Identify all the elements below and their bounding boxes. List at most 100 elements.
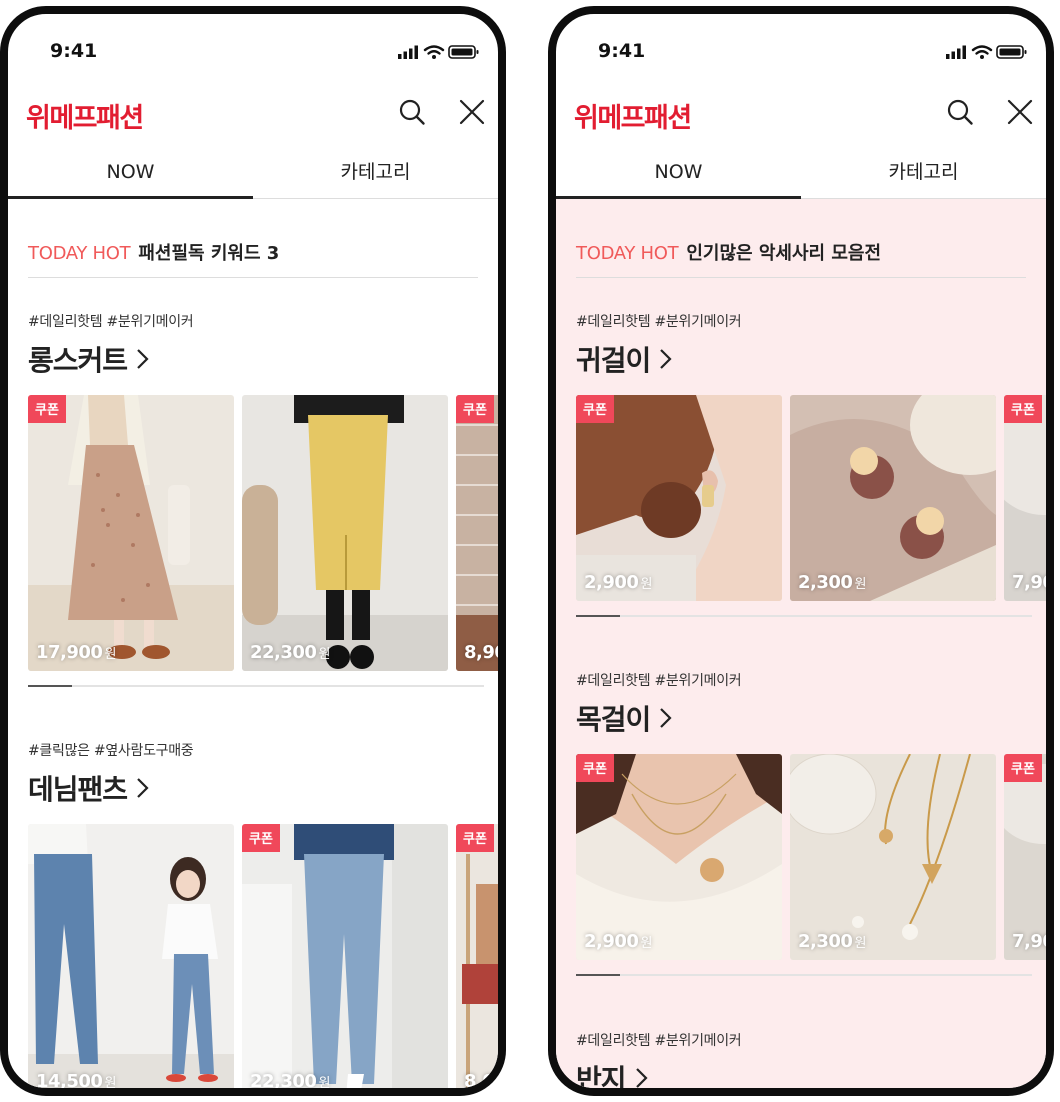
tab-bar: NOW 카테고리 (8, 154, 498, 199)
product-card[interactable]: 쿠폰 8,90원 (456, 395, 506, 671)
carousel-scrollbar[interactable] (576, 615, 1032, 617)
today-hot-keyword: 인기많은 악세사리 모음전 (686, 243, 882, 264)
today-hot-keyword: 패션필독 키워드 3 (138, 243, 280, 264)
product-card[interactable]: 22,300 원 (242, 395, 448, 671)
section-title-link[interactable]: 목걸이 (576, 698, 1046, 738)
product-image (242, 824, 448, 1088)
product-card[interactable]: 쿠폰 7,90원 (1004, 395, 1054, 601)
main-content[interactable]: TODAY HOT 패션필독 키워드 3 #데일리핫템 #분위기메이커 롱스커트 (8, 199, 498, 1088)
product-image (576, 395, 782, 601)
product-card[interactable]: 쿠폰 22,300 원 (242, 824, 448, 1091)
product-image (1004, 754, 1046, 960)
status-icons (946, 44, 1028, 64)
tab-category[interactable]: 카테고리 (253, 154, 498, 198)
price-value: 2,900 (584, 931, 639, 952)
scrollbar-thumb[interactable] (576, 615, 620, 617)
price-value: 8,90 (464, 1071, 506, 1092)
price-value: 2,900 (584, 572, 639, 593)
product-carousel[interactable]: 14,500 원 쿠폰 22,300 원 쿠폰 8,90 (28, 824, 498, 1092)
chevron-right-icon (635, 1068, 648, 1088)
currency-unit: 원 (318, 1076, 330, 1091)
product-price: 17,900 원 (36, 642, 116, 663)
coupon-badge: 쿠폰 (1004, 754, 1042, 782)
section-title: 데님팬츠 (28, 773, 128, 806)
today-hot-label: TODAY HOT (28, 243, 131, 264)
search-icon[interactable] (398, 98, 426, 130)
price-value: 17,900 (36, 642, 103, 663)
product-image (456, 395, 498, 671)
wifi-icon (423, 45, 445, 55)
product-image (28, 824, 234, 1088)
today-hot-banner[interactable]: TODAY HOT 인기많은 악세사리 모음전 (576, 239, 1026, 278)
carousel-scrollbar[interactable] (576, 974, 1032, 976)
scrollbar-thumb[interactable] (28, 685, 72, 687)
coupon-badge: 쿠폰 (456, 395, 494, 423)
section-title-link[interactable]: 데님팬츠 (28, 768, 498, 808)
product-section: #데일리핫템 #분위기메이커 귀걸이 쿠폰 2,900 원 2,300 원 쿠폰… (576, 311, 1046, 617)
chevron-right-icon (137, 349, 149, 369)
price-value: 14,500 (36, 1071, 103, 1092)
price-value: 7,90 (1012, 931, 1054, 952)
brand-logo[interactable]: 위메프패션 (26, 96, 144, 135)
chevron-right-icon (660, 349, 672, 369)
product-price: 2,900 원 (584, 572, 652, 593)
product-image (28, 395, 234, 671)
app-header: 위메프패션 (8, 78, 498, 154)
product-carousel[interactable]: 쿠폰 2,900 원 2,300 원 쿠폰 7,90 (576, 395, 1046, 601)
product-price: 7,90원 (1012, 931, 1054, 952)
product-card[interactable]: 2,300 원 (790, 395, 996, 601)
section-title-link[interactable]: 귀걸이 (576, 339, 1046, 379)
product-card[interactable]: 2,300 원 (790, 754, 996, 960)
currency-unit: 원 (104, 1076, 116, 1091)
close-icon[interactable] (458, 98, 486, 130)
section-title: 목걸이 (576, 703, 651, 736)
section-title-link[interactable]: 반지 (576, 1058, 1046, 1096)
product-price: 14,500 원 (36, 1071, 116, 1092)
tab-now[interactable]: NOW (556, 154, 801, 198)
wifi-icon (971, 45, 993, 55)
tab-now[interactable]: NOW (8, 154, 253, 198)
product-price: 2,300 원 (798, 572, 866, 593)
today-hot-banner[interactable]: TODAY HOT 패션필독 키워드 3 (28, 239, 478, 278)
scrollbar-thumb[interactable] (576, 974, 620, 976)
tab-category[interactable]: 카테고리 (801, 154, 1046, 198)
carousel-scrollbar[interactable] (28, 685, 484, 687)
product-card[interactable]: 쿠폰 8,90원 (456, 824, 506, 1092)
price-value: 2,300 (798, 931, 853, 952)
main-content[interactable]: TODAY HOT 인기많은 악세사리 모음전 #데일리핫템 #분위기메이커 귀걸… (556, 199, 1046, 1088)
search-icon[interactable] (946, 98, 974, 130)
currency-unit: 원 (104, 647, 116, 662)
product-section: #데일리핫템 #분위기메이커 반지 (576, 1030, 1046, 1096)
status-bar: 9:41 (556, 14, 1046, 78)
currency-unit: 원 (854, 577, 866, 592)
product-image (790, 395, 996, 601)
product-section: #데일리핫템 #분위기메이커 목걸이 쿠폰 2,900 원 2,300 원 쿠폰… (576, 670, 1046, 976)
signal-icon (946, 45, 966, 59)
section-tags: #데일리핫템 #분위기메이커 (576, 673, 742, 689)
product-image (242, 395, 448, 671)
battery-icon (448, 45, 479, 59)
price-value: 7,90 (1012, 572, 1054, 593)
signal-icon (398, 45, 418, 59)
product-price: 2,900 원 (584, 931, 652, 952)
product-card[interactable]: 쿠폰 17,900 원 (28, 395, 234, 671)
product-card[interactable]: 14,500 원 (28, 824, 234, 1092)
price-value: 8,90 (464, 642, 506, 663)
product-carousel[interactable]: 쿠폰 17,900 원 22,300 원 쿠폰 8,90 (28, 395, 498, 671)
product-card[interactable]: 쿠폰 2,900 원 (576, 395, 782, 601)
currency-unit: 원 (640, 577, 652, 592)
product-card[interactable]: 쿠폰 2,900 원 (576, 754, 782, 960)
coupon-badge: 쿠폰 (28, 395, 66, 423)
section-title-link[interactable]: 롱스커트 (28, 339, 498, 379)
phone-screen-right: 9:41 위메프패션 NOW 카테고리 TODAY HOT 인기많은 악세사리 모… (548, 6, 1054, 1096)
status-icons (398, 44, 480, 64)
tab-bar: NOW 카테고리 (556, 154, 1046, 199)
product-section: #데일리핫템 #분위기메이커 롱스커트 쿠폰 17,900 원 22,300 원… (28, 311, 498, 687)
section-title: 반지 (576, 1063, 627, 1096)
section-tags: #클릭많은 #옆사람도구매중 (28, 743, 194, 759)
product-carousel[interactable]: 쿠폰 2,900 원 2,300 원 쿠폰 7,90 (576, 754, 1046, 960)
brand-logo[interactable]: 위메프패션 (574, 96, 692, 135)
close-icon[interactable] (1006, 98, 1034, 130)
product-price: 8,90원 (464, 1071, 506, 1092)
product-card[interactable]: 쿠폰 7,90원 (1004, 754, 1054, 960)
